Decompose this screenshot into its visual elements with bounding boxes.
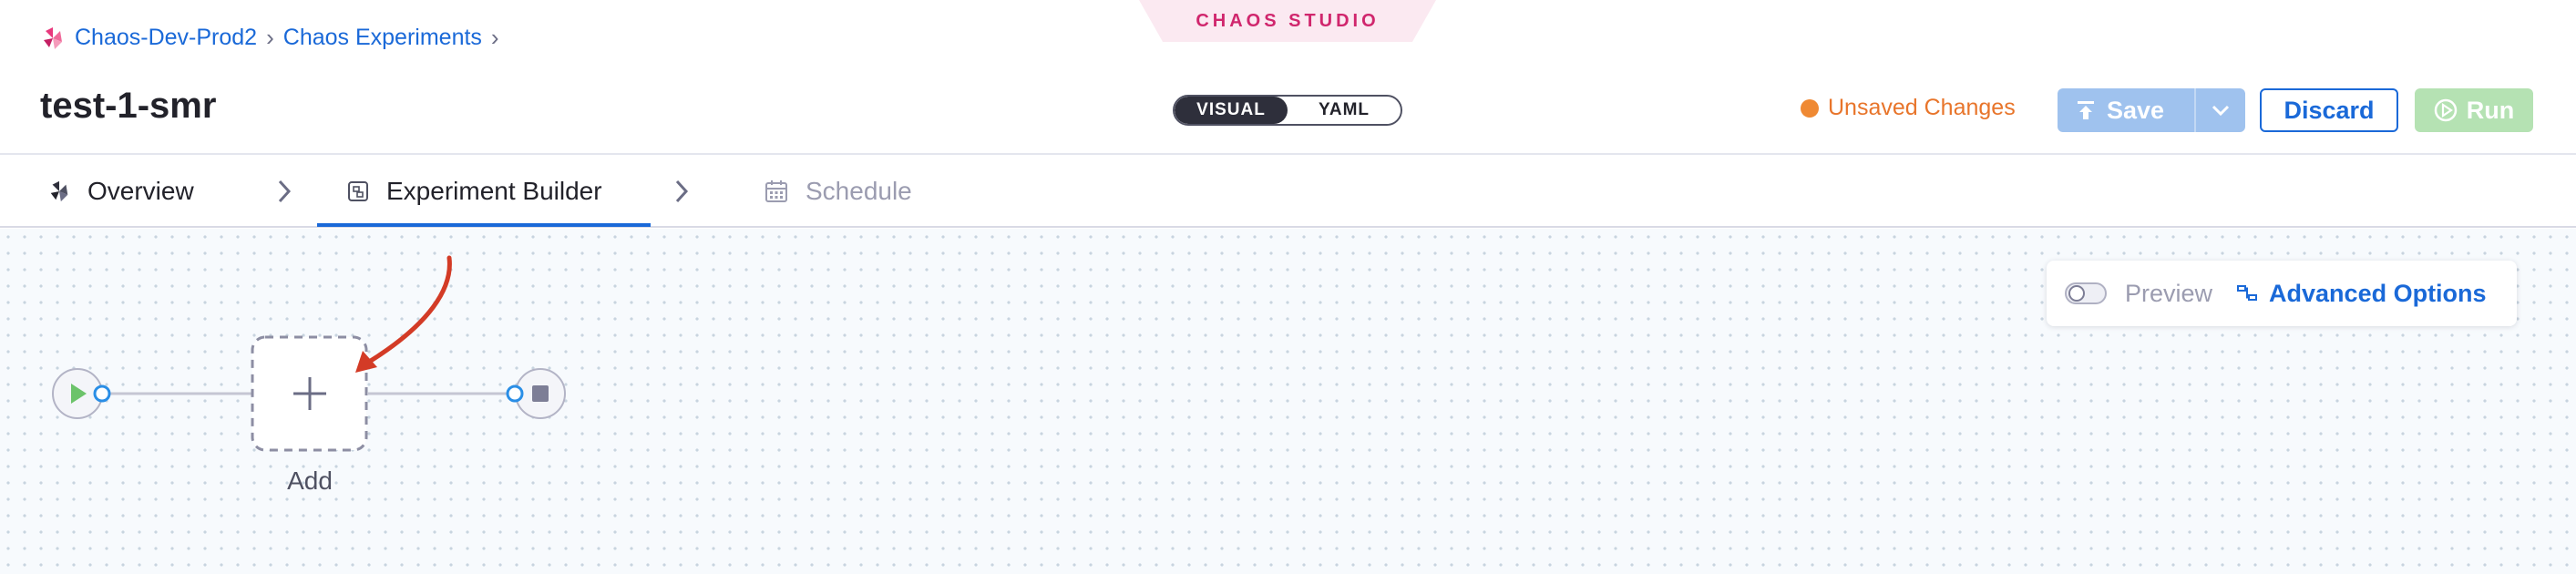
visual-yaml-toggle: VISUAL YAML bbox=[1173, 95, 1402, 126]
save-label: Save bbox=[2107, 96, 2165, 124]
preview-label: Preview bbox=[2125, 279, 2213, 307]
save-options-dropdown[interactable] bbox=[2196, 104, 2245, 117]
advanced-options-icon bbox=[2237, 285, 2258, 301]
page-header: CHAOS STUDIO Chaos-Dev-Prod2 › Chaos Exp… bbox=[0, 0, 2576, 155]
chevron-down-icon bbox=[2212, 105, 2230, 117]
yaml-mode-button[interactable]: YAML bbox=[1288, 97, 1401, 124]
breadcrumb: Chaos-Dev-Prod2 › Chaos Experiments › bbox=[40, 24, 499, 52]
chaos-studio-window: { "studio_badge": "CHAOS STUDIO", "bread… bbox=[0, 0, 2576, 574]
tab-overview-label: Overview bbox=[87, 177, 194, 205]
unsaved-changes-status: Unsaved Changes bbox=[1801, 95, 2016, 121]
studio-badge-label: CHAOS STUDIO bbox=[1196, 10, 1380, 31]
save-button[interactable]: Save bbox=[2058, 88, 2194, 132]
toggle-knob bbox=[2068, 285, 2085, 302]
run-button[interactable]: Run bbox=[2415, 88, 2533, 132]
experiment-tabs: Overview Experiment Builder Schedule bbox=[0, 157, 2576, 228]
chaos-logo-icon bbox=[44, 26, 62, 49]
unsaved-changes-label: Unsaved Changes bbox=[1828, 95, 2016, 120]
tab-schedule-label: Schedule bbox=[806, 177, 912, 205]
active-tab-indicator bbox=[317, 223, 651, 227]
run-label: Run bbox=[2466, 96, 2515, 124]
pipeline-graph bbox=[52, 255, 566, 452]
play-circle-icon bbox=[2434, 98, 2457, 122]
advanced-options-label: Advanced Options bbox=[2269, 279, 2487, 307]
breadcrumb-experiments-link[interactable]: Chaos Experiments bbox=[283, 25, 482, 51]
upload-icon bbox=[2078, 101, 2094, 119]
discard-button[interactable]: Discard bbox=[2260, 88, 2398, 132]
tab-experiment-builder[interactable]: Experiment Builder bbox=[346, 157, 602, 226]
builder-icon bbox=[348, 181, 368, 201]
tab-overview[interactable]: Overview bbox=[47, 157, 194, 226]
visual-mode-button[interactable]: VISUAL bbox=[1175, 97, 1288, 124]
calendar-icon bbox=[765, 180, 787, 202]
page-title: test-1-smr bbox=[40, 86, 217, 126]
input-port bbox=[506, 384, 524, 403]
status-dot-icon bbox=[1801, 98, 1819, 118]
output-port bbox=[93, 384, 111, 403]
chevron-right-icon: › bbox=[266, 24, 274, 51]
tab-experiment-builder-label: Experiment Builder bbox=[386, 177, 602, 205]
advanced-options-button[interactable]: Advanced Options bbox=[2236, 280, 2487, 308]
preview-toggle[interactable] bbox=[2065, 282, 2107, 304]
add-node-label: Add bbox=[287, 466, 333, 495]
start-node[interactable] bbox=[52, 368, 111, 419]
chevron-right-icon bbox=[663, 173, 700, 210]
chaos-logo-icon bbox=[50, 180, 68, 202]
stop-icon bbox=[532, 385, 549, 402]
canvas-options-panel: Preview Advanced Options bbox=[2047, 261, 2517, 326]
annotation-arrow-icon bbox=[355, 255, 452, 373]
add-step-node[interactable] bbox=[251, 335, 368, 452]
chevron-right-icon: › bbox=[490, 24, 499, 51]
chevron-right-icon bbox=[266, 173, 303, 210]
tab-schedule[interactable]: Schedule bbox=[764, 157, 912, 226]
studio-badge: CHAOS STUDIO bbox=[1139, 0, 1436, 42]
save-button-group: Save bbox=[2058, 88, 2245, 132]
breadcrumb-project-link[interactable]: Chaos-Dev-Prod2 bbox=[75, 25, 257, 51]
end-node[interactable] bbox=[506, 368, 566, 419]
